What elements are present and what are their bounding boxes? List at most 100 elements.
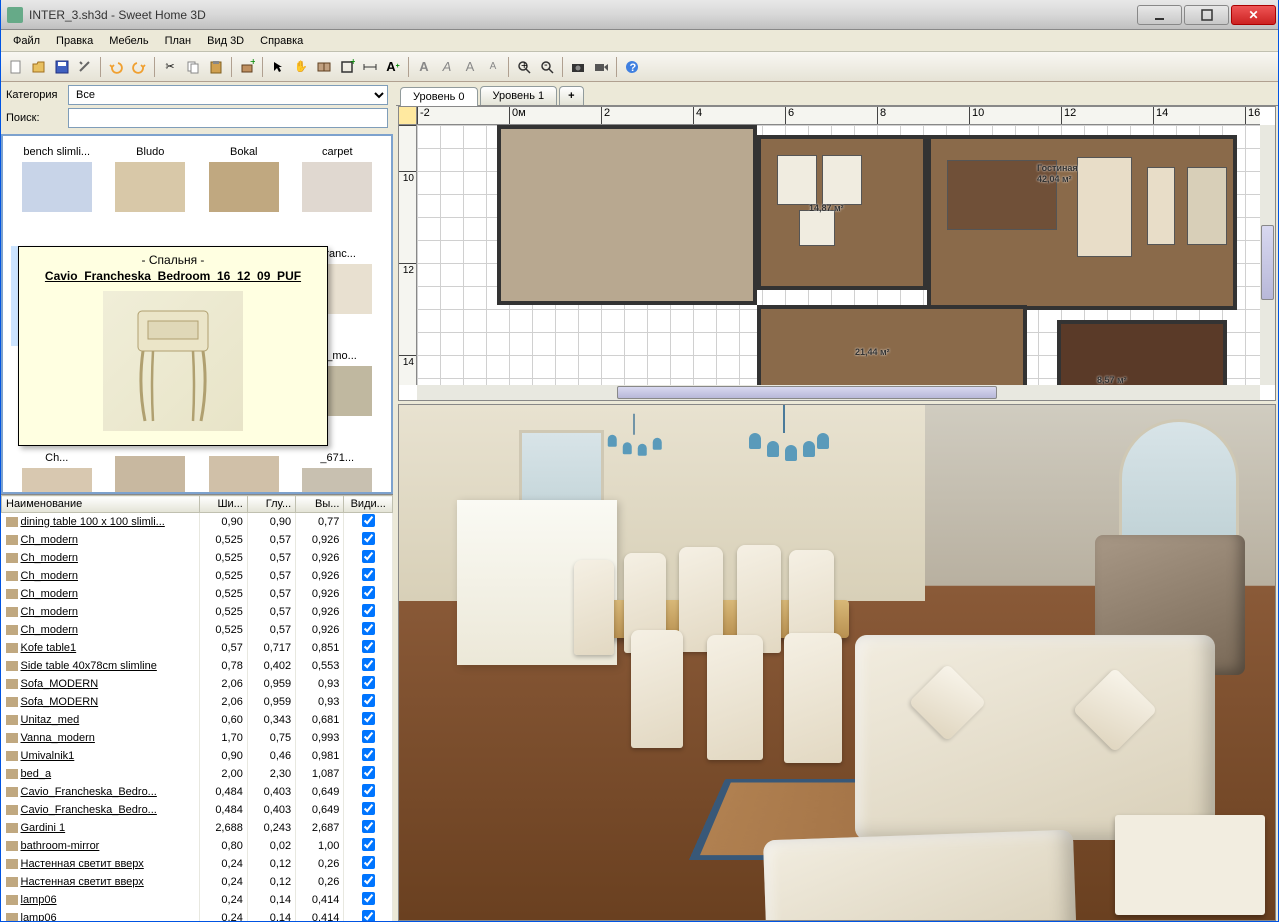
table-row[interactable]: Sofa_MODERN2,060,9590,93 <box>2 693 393 711</box>
table-header[interactable]: Ши... <box>199 496 247 513</box>
minimize-button[interactable] <box>1137 5 1182 25</box>
menu-item-мебель[interactable]: Мебель <box>101 33 156 49</box>
level-tab[interactable]: Уровень 0 <box>400 87 478 106</box>
select-tool-icon[interactable] <box>267 56 289 78</box>
visibility-checkbox[interactable] <box>362 910 375 921</box>
plan-scrollbar-horizontal[interactable] <box>417 385 1260 400</box>
category-select[interactable]: Все <box>68 85 388 105</box>
visibility-checkbox[interactable] <box>362 838 375 851</box>
level-tab[interactable]: Уровень 1 <box>480 86 558 105</box>
menu-item-файл[interactable]: Файл <box>5 33 48 49</box>
add-level-button[interactable]: + <box>559 86 583 105</box>
table-row[interactable]: Cavio_Francheska_Bedro...0,4840,4030,649 <box>2 783 393 801</box>
visibility-checkbox[interactable] <box>362 676 375 689</box>
open-file-icon[interactable] <box>28 56 50 78</box>
table-row[interactable]: lamp060,240,140,414 <box>2 891 393 909</box>
table-row[interactable]: Sofa_MODERN2,060,9590,93 <box>2 675 393 693</box>
plan-origin-corner[interactable] <box>399 107 417 125</box>
menu-item-правка[interactable]: Правка <box>48 33 101 49</box>
table-header[interactable]: Вы... <box>296 496 344 513</box>
visibility-checkbox[interactable] <box>362 658 375 671</box>
text-size-down-icon[interactable]: A <box>482 56 504 78</box>
visibility-checkbox[interactable] <box>362 640 375 653</box>
text-tool-icon[interactable]: A+ <box>382 56 404 78</box>
table-header[interactable]: Види... <box>344 496 393 513</box>
visibility-checkbox[interactable] <box>362 802 375 815</box>
table-row[interactable]: Ch_modern0,5250,570,926 <box>2 531 393 549</box>
visibility-checkbox[interactable] <box>362 622 375 635</box>
table-row[interactable]: Ch_modern0,5250,570,926 <box>2 585 393 603</box>
table-row[interactable]: bathroom-mirror0,800,021,00 <box>2 837 393 855</box>
catalog-item[interactable] <box>105 450 197 494</box>
view-3d[interactable] <box>398 404 1276 921</box>
new-file-icon[interactable] <box>5 56 27 78</box>
catalog-item[interactable]: bench slimli... <box>11 144 103 244</box>
catalog-item[interactable] <box>198 450 290 494</box>
table-row[interactable]: Ch_modern0,5250,570,926 <box>2 621 393 639</box>
table-row[interactable]: Cavio_Francheska_Bedro...0,4840,4030,649 <box>2 801 393 819</box>
text-italic-icon[interactable]: A <box>436 56 458 78</box>
menu-item-справка[interactable]: Справка <box>252 33 311 49</box>
zoom-out-icon[interactable]: - <box>536 56 558 78</box>
visibility-checkbox[interactable] <box>362 604 375 617</box>
wall-tool-icon[interactable] <box>313 56 335 78</box>
catalog-item[interactable]: Ch... <box>11 450 103 494</box>
photo-icon[interactable] <box>567 56 589 78</box>
copy-icon[interactable] <box>182 56 204 78</box>
table-row[interactable]: Ch_modern0,5250,570,926 <box>2 567 393 585</box>
visibility-checkbox[interactable] <box>362 766 375 779</box>
table-row[interactable]: Ch_modern0,5250,570,926 <box>2 603 393 621</box>
visibility-checkbox[interactable] <box>362 694 375 707</box>
cut-icon[interactable]: ✂ <box>159 56 181 78</box>
visibility-checkbox[interactable] <box>362 748 375 761</box>
table-row[interactable]: Umivalnik10,900,460,981 <box>2 747 393 765</box>
table-row[interactable]: Ch_modern0,5250,570,926 <box>2 549 393 567</box>
close-button[interactable]: ✕ <box>1231 5 1276 25</box>
plan-view[interactable]: -20м246810121416 101214 14,87 м²Гостиная… <box>398 106 1276 401</box>
table-row[interactable]: Настенная светит вверх0,240,120,26 <box>2 855 393 873</box>
menu-item-план[interactable]: План <box>157 33 200 49</box>
table-row[interactable]: Kofe table10,570,7170,851 <box>2 639 393 657</box>
visibility-checkbox[interactable] <box>362 532 375 545</box>
table-row[interactable]: Настенная светит вверх0,240,120,26 <box>2 873 393 891</box>
table-header[interactable]: Глу... <box>247 496 295 513</box>
catalog-item[interactable]: carpet <box>292 144 384 244</box>
redo-icon[interactable] <box>128 56 150 78</box>
visibility-checkbox[interactable] <box>362 874 375 887</box>
visibility-checkbox[interactable] <box>362 892 375 905</box>
video-icon[interactable] <box>590 56 612 78</box>
furniture-table[interactable]: НаименованиеШи...Глу...Вы...Види... dini… <box>1 494 393 921</box>
zoom-in-icon[interactable]: + <box>513 56 535 78</box>
paste-icon[interactable] <box>205 56 227 78</box>
plan-canvas[interactable]: 14,87 м²Гостиная42,04 м²21,44 м²8,57 м² <box>417 125 1260 385</box>
visibility-checkbox[interactable] <box>362 820 375 833</box>
plan-scrollbar-vertical[interactable] <box>1260 125 1275 385</box>
text-bold-icon[interactable]: A <box>413 56 435 78</box>
table-row[interactable]: lamp060,240,140,414 <box>2 909 393 921</box>
visibility-checkbox[interactable] <box>362 712 375 725</box>
catalog-item[interactable]: Bokal <box>198 144 290 244</box>
maximize-button[interactable] <box>1184 5 1229 25</box>
table-row[interactable]: Side table 40x78cm slimline0,780,4020,55… <box>2 657 393 675</box>
table-row[interactable]: Vanna_modern1,700,750,993 <box>2 729 393 747</box>
table-row[interactable]: bed_a2,002,301,087 <box>2 765 393 783</box>
catalog-item[interactable]: Bludo <box>105 144 197 244</box>
pan-tool-icon[interactable]: ✋ <box>290 56 312 78</box>
table-row[interactable]: Gardini 12,6880,2432,687 <box>2 819 393 837</box>
room-tool-icon[interactable]: + <box>336 56 358 78</box>
visibility-checkbox[interactable] <box>362 550 375 563</box>
save-icon[interactable] <box>51 56 73 78</box>
table-header[interactable]: Наименование <box>2 496 200 513</box>
text-size-up-icon[interactable]: A <box>459 56 481 78</box>
visibility-checkbox[interactable] <box>362 586 375 599</box>
visibility-checkbox[interactable] <box>362 568 375 581</box>
preferences-icon[interactable] <box>74 56 96 78</box>
dimension-tool-icon[interactable] <box>359 56 381 78</box>
table-row[interactable]: dining table 100 x 100 slimli...0,900,90… <box>2 513 393 532</box>
menu-item-вид 3d[interactable]: Вид 3D <box>199 33 252 49</box>
visibility-checkbox[interactable] <box>362 730 375 743</box>
visibility-checkbox[interactable] <box>362 514 375 527</box>
search-input[interactable] <box>68 108 388 128</box>
catalog-item[interactable]: _671... <box>292 450 384 494</box>
add-furniture-icon[interactable]: + <box>236 56 258 78</box>
